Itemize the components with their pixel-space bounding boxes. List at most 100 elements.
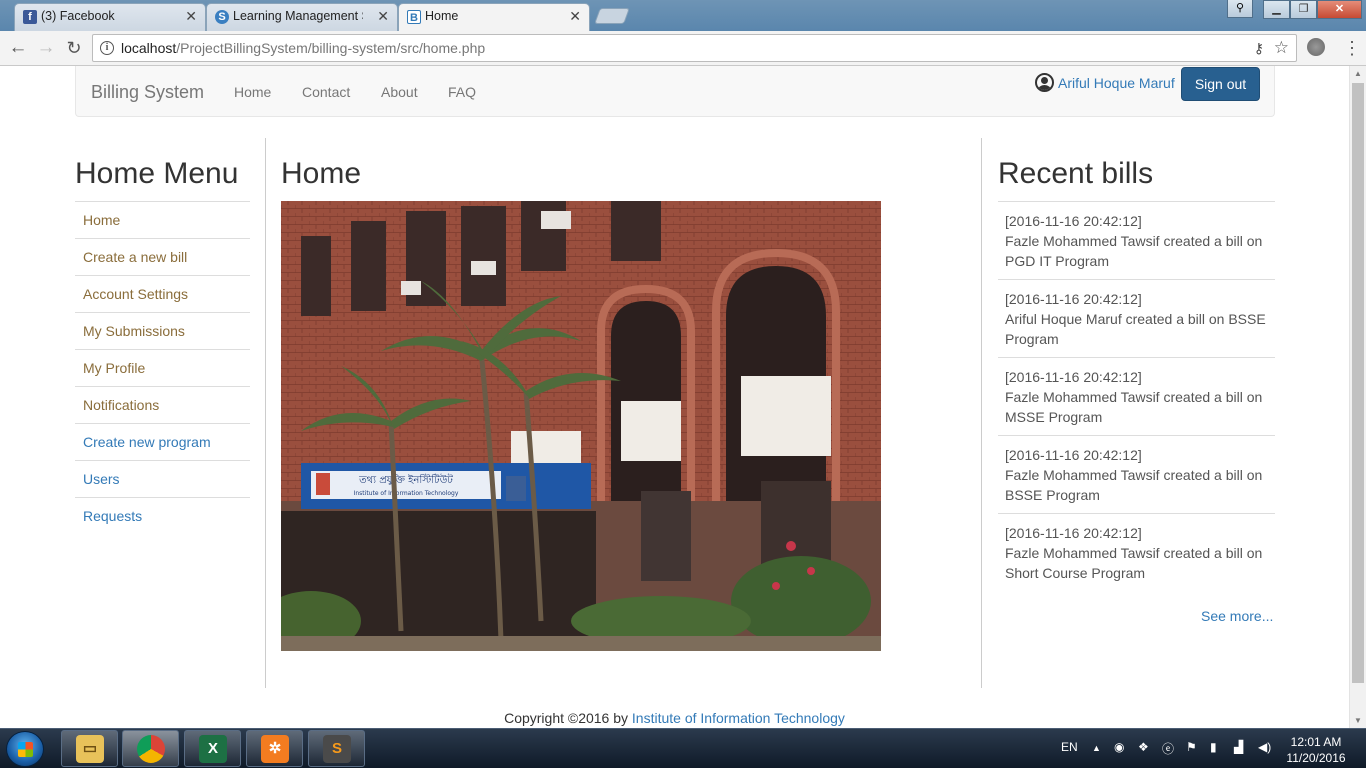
taskbar-explorer[interactable]: ▭: [61, 730, 118, 767]
list-item[interactable]: [2016-11-16 20:42:12] Ariful Hoque Maruf…: [998, 279, 1275, 357]
edge-icon[interactable]: ⓔ: [1162, 740, 1174, 757]
start-button[interactable]: [6, 731, 44, 767]
home-menu: Home Create a new bill Account Settings …: [75, 201, 250, 534]
window-controls: ▁ ❐ ✕: [1263, 0, 1362, 20]
sublime-icon: S: [323, 735, 351, 763]
vertical-scrollbar[interactable]: ▲ ▼: [1349, 66, 1366, 728]
show-hidden-icons[interactable]: ▲: [1092, 743, 1101, 753]
close-tab-icon[interactable]: ✕: [377, 4, 389, 29]
list-item[interactable]: [2016-11-16 20:42:12] Fazle Mohammed Taw…: [998, 513, 1275, 591]
menu-item-account-settings[interactable]: Account Settings: [75, 275, 250, 312]
menu-item-requests[interactable]: Requests: [75, 497, 250, 534]
tab-label: Home: [425, 9, 459, 23]
close-tab-icon[interactable]: ✕: [185, 4, 197, 29]
institute-link[interactable]: Institute of Information Technology: [632, 710, 845, 726]
menu-item-create-bill[interactable]: Create a new bill: [75, 238, 250, 275]
tab-learning-management[interactable]: S Learning Management S ✕: [206, 3, 398, 31]
battery-icon[interactable]: ▮: [1210, 740, 1217, 754]
signal-icon[interactable]: ▟: [1234, 740, 1243, 754]
menu-item-my-submissions[interactable]: My Submissions: [75, 312, 250, 349]
bookmark-star-icon[interactable]: ☆: [1274, 35, 1289, 61]
page-title: Home: [281, 157, 362, 190]
chrome-icon: [137, 735, 165, 763]
clock-date: 11/20/2016: [1286, 751, 1346, 765]
menu-item-label: Create new program: [83, 434, 211, 450]
sign-english-text: Institute of Information Technology: [354, 490, 459, 497]
dropbox-icon[interactable]: ❖: [1138, 740, 1149, 754]
nav-faq[interactable]: FAQ: [448, 84, 476, 100]
menu-item-label: Home: [83, 212, 121, 228]
key-icon[interactable]: ⚷: [1254, 35, 1264, 61]
see-more-link[interactable]: See more...: [1201, 608, 1273, 624]
bill-description: Ariful Hoque Maruf created a bill on BSS…: [1005, 311, 1266, 347]
bill-description: Fazle Mohammed Tawsif created a bill on …: [1005, 233, 1263, 269]
nav-about[interactable]: About: [381, 84, 418, 100]
minimize-icon[interactable]: ▁: [1263, 0, 1290, 19]
action-center-flag-icon[interactable]: ⚑: [1186, 740, 1197, 754]
menu-item-label: Notifications: [83, 397, 160, 413]
user-avatar-icon: [1035, 73, 1054, 92]
bill-description: Fazle Mohammed Tawsif created a bill on …: [1005, 389, 1263, 425]
address-bar[interactable]: i localhost/ProjectBillingSystem/billing…: [92, 34, 1297, 62]
scroll-down-icon[interactable]: ▼: [1354, 716, 1362, 725]
menu-item-label: Account Settings: [83, 286, 189, 302]
taskbar-sublime[interactable]: S: [308, 730, 365, 767]
info-icon[interactable]: i: [100, 41, 114, 55]
chrome-menu-icon[interactable]: ⋮: [1343, 36, 1361, 60]
menu-item-create-program[interactable]: Create new program: [75, 423, 250, 460]
windows-taskbar: ▭ X ✲ S EN ▲ ◉ ❖ ⓔ ⚑ ▮ ▟ ◀) 12:01 AM 11/…: [0, 728, 1366, 768]
tab-home[interactable]: B Home ✕: [398, 3, 590, 32]
menu-item-home[interactable]: Home: [75, 201, 250, 238]
menu-item-label: My Submissions: [83, 323, 185, 339]
close-window-icon[interactable]: ✕: [1317, 0, 1362, 19]
menu-item-label: Create a new bill: [83, 249, 188, 265]
menu-item-my-profile[interactable]: My Profile: [75, 349, 250, 386]
menu-item-label: My Profile: [83, 360, 146, 376]
folder-icon: ▭: [76, 735, 104, 763]
back-arrow-icon[interactable]: ←: [5, 35, 31, 61]
extension-icon[interactable]: [1307, 38, 1325, 56]
column-divider: [265, 138, 266, 688]
site-icon: S: [215, 10, 229, 24]
nav-home[interactable]: Home: [234, 84, 271, 100]
excel-icon: X: [199, 735, 227, 763]
bill-timestamp: [2016-11-16 20:42:12]: [1005, 213, 1142, 229]
nav-contact[interactable]: Contact: [302, 84, 350, 100]
forward-arrow-icon[interactable]: →: [33, 35, 59, 61]
language-indicator[interactable]: EN: [1061, 740, 1078, 754]
restore-icon[interactable]: ❐: [1290, 0, 1317, 19]
list-item[interactable]: [2016-11-16 20:42:12] Fazle Mohammed Taw…: [998, 201, 1275, 279]
tab-facebook[interactable]: f (3) Facebook ✕: [14, 3, 206, 31]
bill-timestamp: [2016-11-16 20:42:12]: [1005, 291, 1142, 307]
network-app-icon[interactable]: ◉: [1114, 740, 1124, 754]
bill-description: Fazle Mohammed Tawsif created a bill on …: [1005, 545, 1263, 581]
reload-icon[interactable]: ↻: [61, 35, 87, 61]
copyright-text: Copyright ©2016 by: [504, 710, 632, 726]
list-item[interactable]: [2016-11-16 20:42:12] Fazle Mohammed Taw…: [998, 357, 1275, 435]
scroll-up-icon[interactable]: ▲: [1354, 69, 1362, 78]
tab-label: Learning Management S: [233, 9, 363, 23]
billing-favicon-icon: B: [407, 10, 421, 24]
bill-timestamp: [2016-11-16 20:42:12]: [1005, 369, 1142, 385]
taskbar-chrome[interactable]: [122, 730, 179, 767]
brand-link[interactable]: Billing System: [91, 82, 204, 103]
sign-out-button[interactable]: Sign out: [1181, 67, 1260, 101]
scrollbar-thumb[interactable]: [1352, 83, 1364, 683]
tab-label: (3) Facebook: [41, 9, 115, 23]
list-item[interactable]: [2016-11-16 20:42:12] Fazle Mohammed Taw…: [998, 435, 1275, 513]
clock-time: 12:01 AM: [1290, 735, 1342, 749]
close-tab-icon[interactable]: ✕: [569, 4, 581, 29]
taskbar-excel[interactable]: X: [184, 730, 241, 767]
page-footer: Copyright ©2016 by Institute of Informat…: [0, 710, 1349, 726]
system-clock[interactable]: 12:01 AM 11/20/2016: [1283, 734, 1349, 766]
institute-building-photo: তথ্য প্রযুক্তি ইনস্টিটিউট Institute of I…: [281, 201, 881, 651]
sidebar-title: Home Menu: [75, 157, 239, 190]
new-tab-button[interactable]: [594, 8, 630, 24]
menu-item-users[interactable]: Users: [75, 460, 250, 497]
sign-bangla-text: তথ্য প্রযুক্তি ইনস্টিটিউট: [358, 473, 453, 486]
browser-user-icon[interactable]: ⚲: [1227, 0, 1253, 18]
user-name-link[interactable]: Ariful Hoque Maruf: [1058, 75, 1175, 91]
volume-icon[interactable]: ◀): [1258, 740, 1271, 754]
taskbar-xampp[interactable]: ✲: [246, 730, 303, 767]
menu-item-notifications[interactable]: Notifications: [75, 386, 250, 423]
